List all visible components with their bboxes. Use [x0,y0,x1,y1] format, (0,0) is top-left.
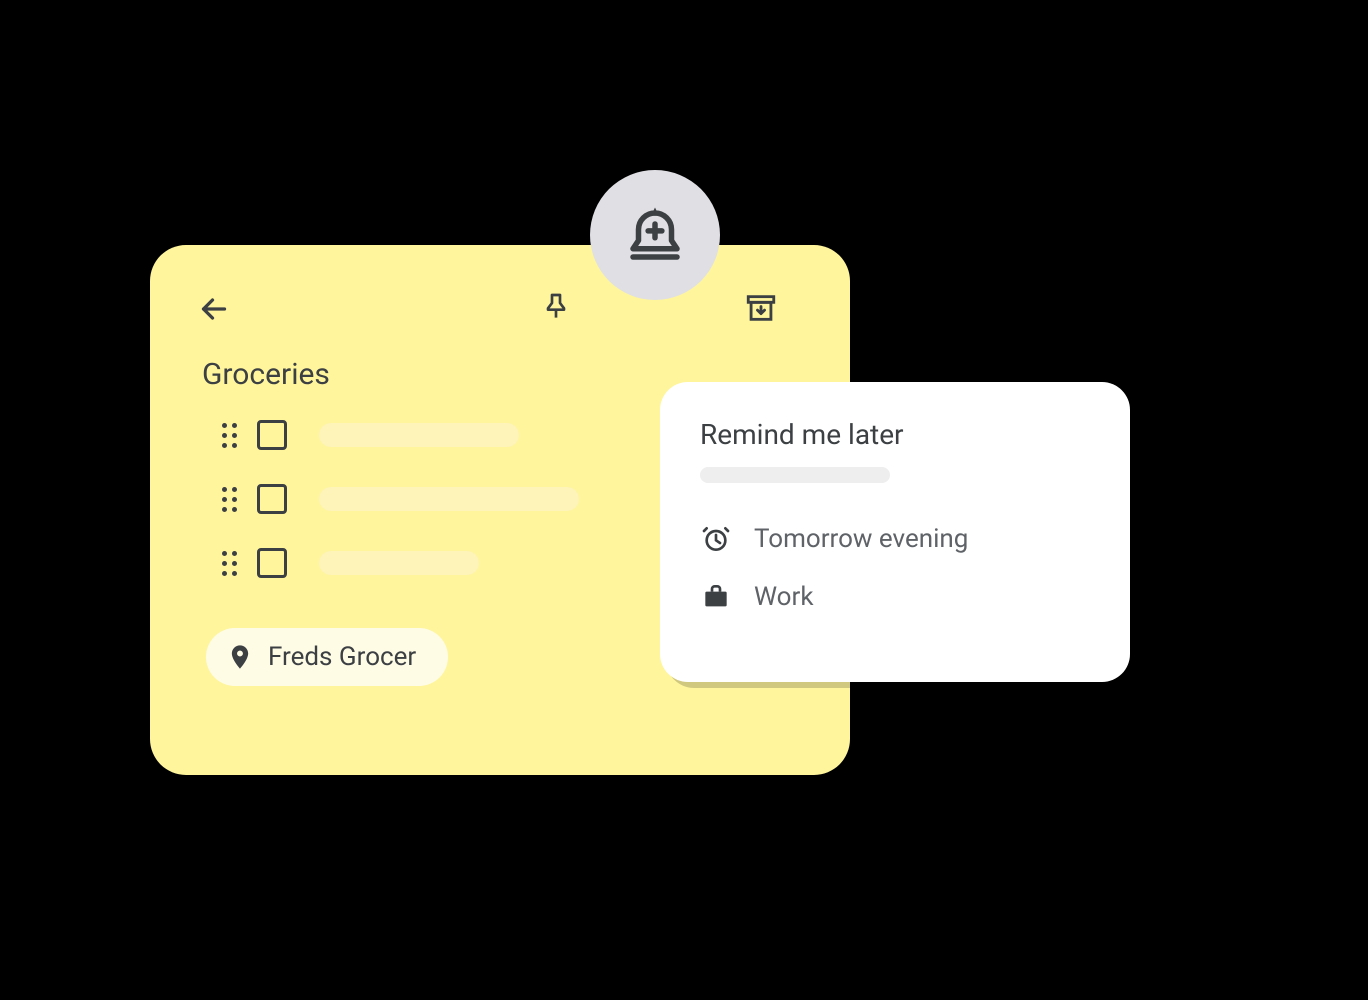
add-reminder-button[interactable] [590,170,720,300]
checkbox[interactable] [257,420,287,450]
reminder-option-place[interactable]: Work [700,581,1090,613]
arrow-back-icon [196,291,232,327]
briefcase-icon [700,581,732,613]
checkbox[interactable] [257,484,287,514]
reminder-option-time[interactable]: Tomorrow evening [700,523,1090,555]
item-text-placeholder [319,487,579,511]
checkbox[interactable] [257,548,287,578]
drag-handle-icon[interactable] [222,487,237,512]
alarm-clock-icon [700,523,732,555]
drag-handle-icon[interactable] [222,551,237,576]
bell-plus-icon [622,202,688,268]
reminder-panel: Remind me later Tomorrow evening Work [660,382,1130,682]
note-toolbar [196,281,804,337]
archive-button[interactable] [744,291,780,327]
pin-icon [540,291,572,323]
location-pin-icon [226,643,254,671]
drag-handle-icon[interactable] [222,423,237,448]
item-text-placeholder [319,423,519,447]
pin-button[interactable] [540,291,576,327]
reminder-time-label: Tomorrow evening [754,524,968,554]
reminder-title: Remind me later [700,418,1090,451]
reminder-subtitle-placeholder [700,467,890,483]
location-label: Freds Grocer [268,642,416,672]
back-button[interactable] [196,291,232,327]
location-chip[interactable]: Freds Grocer [206,628,448,686]
item-text-placeholder [319,551,479,575]
archive-icon [744,291,778,325]
reminder-place-label: Work [754,582,814,612]
